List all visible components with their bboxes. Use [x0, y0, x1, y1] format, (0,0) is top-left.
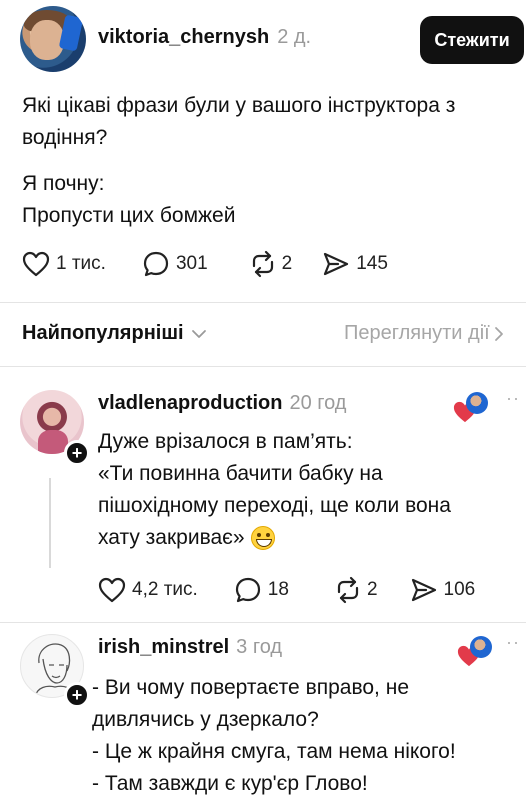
repost-button[interactable]: 2: [248, 250, 293, 278]
comment-line-4: - Там завжди є кур'єр Глово!: [92, 772, 368, 795]
post-action-bar: 1 тис. 301 2 145: [22, 250, 388, 278]
comment-button[interactable]: 18: [234, 576, 289, 604]
repost-button[interactable]: 2: [333, 576, 378, 604]
more-options-icon[interactable]: ··: [506, 388, 520, 409]
comment-line-1: Дуже врізалося в пам’ять:: [98, 430, 353, 453]
post-text-line-3: Я почну:: [22, 172, 105, 195]
liked-by-author-badge: [452, 390, 492, 426]
thread-line: [49, 478, 51, 568]
chevron-down-icon: [191, 329, 206, 338]
comment-bubble-icon: [143, 251, 169, 277]
comment-time: 3 год: [236, 636, 283, 658]
send-icon: [324, 252, 349, 276]
share-button[interactable]: 145: [322, 250, 388, 278]
comment-line-2: дивлячись у дзеркало?: [92, 708, 319, 731]
liked-by-author-badge: [456, 634, 496, 670]
divider: [0, 622, 526, 623]
repost-count: 2: [281, 253, 293, 274]
post-time: 2 д.: [277, 26, 312, 48]
like-button[interactable]: 4,2 тис.: [98, 577, 198, 603]
comment-button[interactable]: 301: [142, 250, 208, 278]
comment-count: 301: [175, 253, 208, 274]
divider: [0, 366, 526, 367]
comment-line-1: - Ви чому повертаєте вправо, не: [92, 676, 409, 699]
view-activity-link[interactable]: Переглянути дії: [344, 322, 526, 345]
comment-time: 20 год: [289, 392, 347, 414]
send-icon: [411, 578, 436, 602]
repost-icon: [337, 576, 359, 604]
sort-dropdown[interactable]: Найпопулярніші: [22, 322, 208, 345]
share-count: 145: [356, 253, 388, 274]
comment-line-3: - Це ж крайня смуга, там нема нікого!: [92, 740, 456, 763]
comment-count: 18: [267, 579, 289, 600]
comment-username[interactable]: vladlenaproduction: [98, 392, 282, 415]
heart-icon: [98, 577, 126, 603]
post-username[interactable]: viktoria_chernysh: [98, 26, 269, 49]
follow-plus-button[interactable]: +: [64, 440, 90, 466]
comment-line-3: пішохідному переході, ще коли вона: [98, 494, 451, 517]
repost-count: 2: [366, 579, 378, 600]
author-mini-avatar: [470, 636, 492, 658]
author-mini-avatar: [466, 392, 488, 414]
like-count: 1 тис.: [56, 253, 106, 274]
post-text-line-4: Пропусти цих бомжей: [22, 204, 236, 227]
follow-button[interactable]: Стежити: [420, 16, 524, 64]
heart-icon: [22, 251, 50, 277]
post-text-line-1: Які цікаві фрази були у вашого інструкто…: [22, 94, 456, 117]
view-activity-label: Переглянути дії: [344, 322, 490, 344]
post-text-line-2: водіння?: [22, 126, 108, 149]
share-count: 106: [443, 579, 476, 600]
chevron-right-icon: [494, 326, 503, 341]
author-avatar[interactable]: [20, 6, 86, 72]
comment-line-2: «Ти повинна бачити бабку на: [98, 462, 383, 485]
more-options-icon[interactable]: ··: [506, 632, 520, 653]
divider: [0, 302, 526, 303]
comment-bubble-icon: [235, 577, 260, 603]
comment-username[interactable]: irish_minstrel: [98, 636, 229, 659]
comment-line-4: хату закриває»: [98, 526, 245, 549]
grinning-emoji-icon: [250, 526, 275, 550]
share-button[interactable]: 106: [410, 576, 476, 604]
repost-icon: [252, 250, 273, 278]
comment-action-bar: 4,2 тис. 18 2 106: [98, 576, 475, 604]
sort-label: Найпопулярніші: [22, 322, 184, 344]
follow-plus-button[interactable]: +: [64, 682, 90, 708]
like-count: 4,2 тис.: [132, 579, 198, 600]
like-button[interactable]: 1 тис.: [22, 251, 106, 277]
